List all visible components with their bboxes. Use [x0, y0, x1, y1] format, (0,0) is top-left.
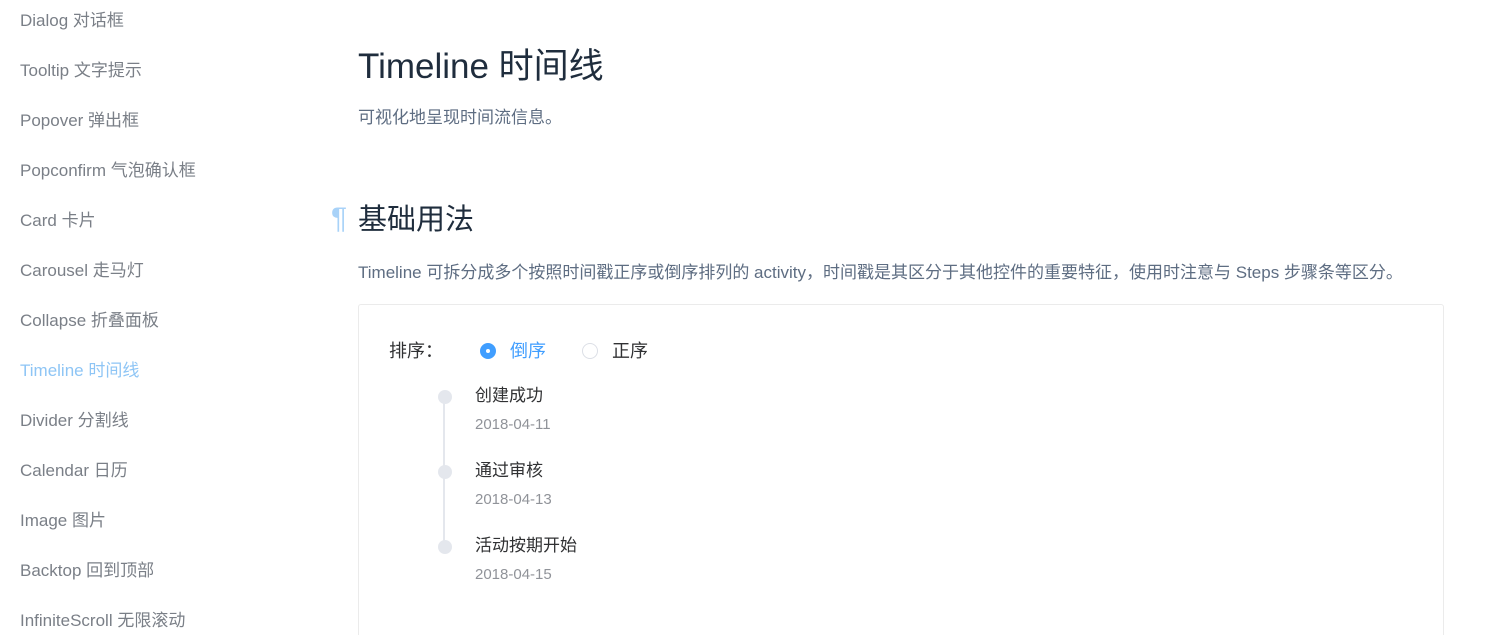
radio-forward[interactable]: 正序 [582, 341, 648, 361]
demo-block: 排序： 倒序 正序 创建成功 2018-04-11 通过审核 2018-04-1… [358, 304, 1444, 635]
timeline-content: 通过审核 [475, 461, 543, 480]
radio-forward-label: 正序 [612, 341, 648, 361]
sidebar-item-popover[interactable]: Popover 弹出框 [20, 109, 139, 133]
sidebar-item-timeline[interactable]: Timeline 时间线 [20, 359, 139, 383]
timeline-timestamp: 2018-04-15 [475, 566, 552, 583]
page: Dialog 对话框 Tooltip 文字提示 Popover 弹出框 Popc… [0, 0, 1511, 635]
timeline-node-dot [438, 390, 452, 404]
sidebar-item-backtop[interactable]: Backtop 回到顶部 [20, 559, 154, 583]
sidebar-item-card[interactable]: Card 卡片 [20, 209, 96, 233]
section-description: Timeline 可拆分成多个按照时间戳正序或倒序排列的 activity，时间… [358, 263, 1403, 282]
sidebar-item-image[interactable]: Image 图片 [20, 509, 106, 533]
sidebar-item-divider[interactable]: Divider 分割线 [20, 409, 129, 433]
main-content: Timeline 时间线 可视化地呈现时间流信息。 ¶ 基础用法 Timelin… [331, 0, 1458, 635]
section-title: 基础用法 [358, 204, 475, 236]
page-title: Timeline 时间线 [358, 47, 604, 86]
sidebar-item-tooltip[interactable]: Tooltip 文字提示 [20, 59, 142, 83]
timeline-content: 创建成功 [475, 386, 543, 405]
sort-label: 排序： [389, 341, 443, 361]
radio-unchecked-indicator[interactable] [582, 343, 598, 359]
sidebar-item-popconfirm[interactable]: Popconfirm 气泡确认框 [20, 159, 196, 183]
radio-reverse-label: 倒序 [510, 341, 546, 361]
sidebar-item-dialog[interactable]: Dialog 对话框 [20, 9, 124, 33]
sidebar-item-infinitescroll[interactable]: InfiniteScroll 无限滚动 [20, 609, 185, 633]
page-description: 可视化地呈现时间流信息。 [358, 108, 562, 127]
sidebar-item-collapse[interactable]: Collapse 折叠面板 [20, 309, 159, 333]
timeline-timestamp: 2018-04-13 [475, 491, 552, 508]
timeline-content: 活动按期开始 [475, 536, 577, 555]
sidebar-item-calendar[interactable]: Calendar 日历 [20, 459, 128, 483]
timeline: 创建成功 2018-04-11 通过审核 2018-04-13 活动按期开始 2… [437, 385, 937, 605]
timeline-node-dot [438, 540, 452, 554]
timeline-timestamp: 2018-04-11 [475, 416, 551, 433]
radio-reverse[interactable]: 倒序 [480, 341, 546, 361]
radio-checked-indicator[interactable] [480, 343, 496, 359]
section-anchor-link[interactable]: ¶ [331, 200, 347, 238]
sidebar-item-carousel[interactable]: Carousel 走马灯 [20, 259, 144, 283]
sidebar-nav: Dialog 对话框 Tooltip 文字提示 Popover 弹出框 Popc… [0, 0, 300, 635]
timeline-node-dot [438, 465, 452, 479]
